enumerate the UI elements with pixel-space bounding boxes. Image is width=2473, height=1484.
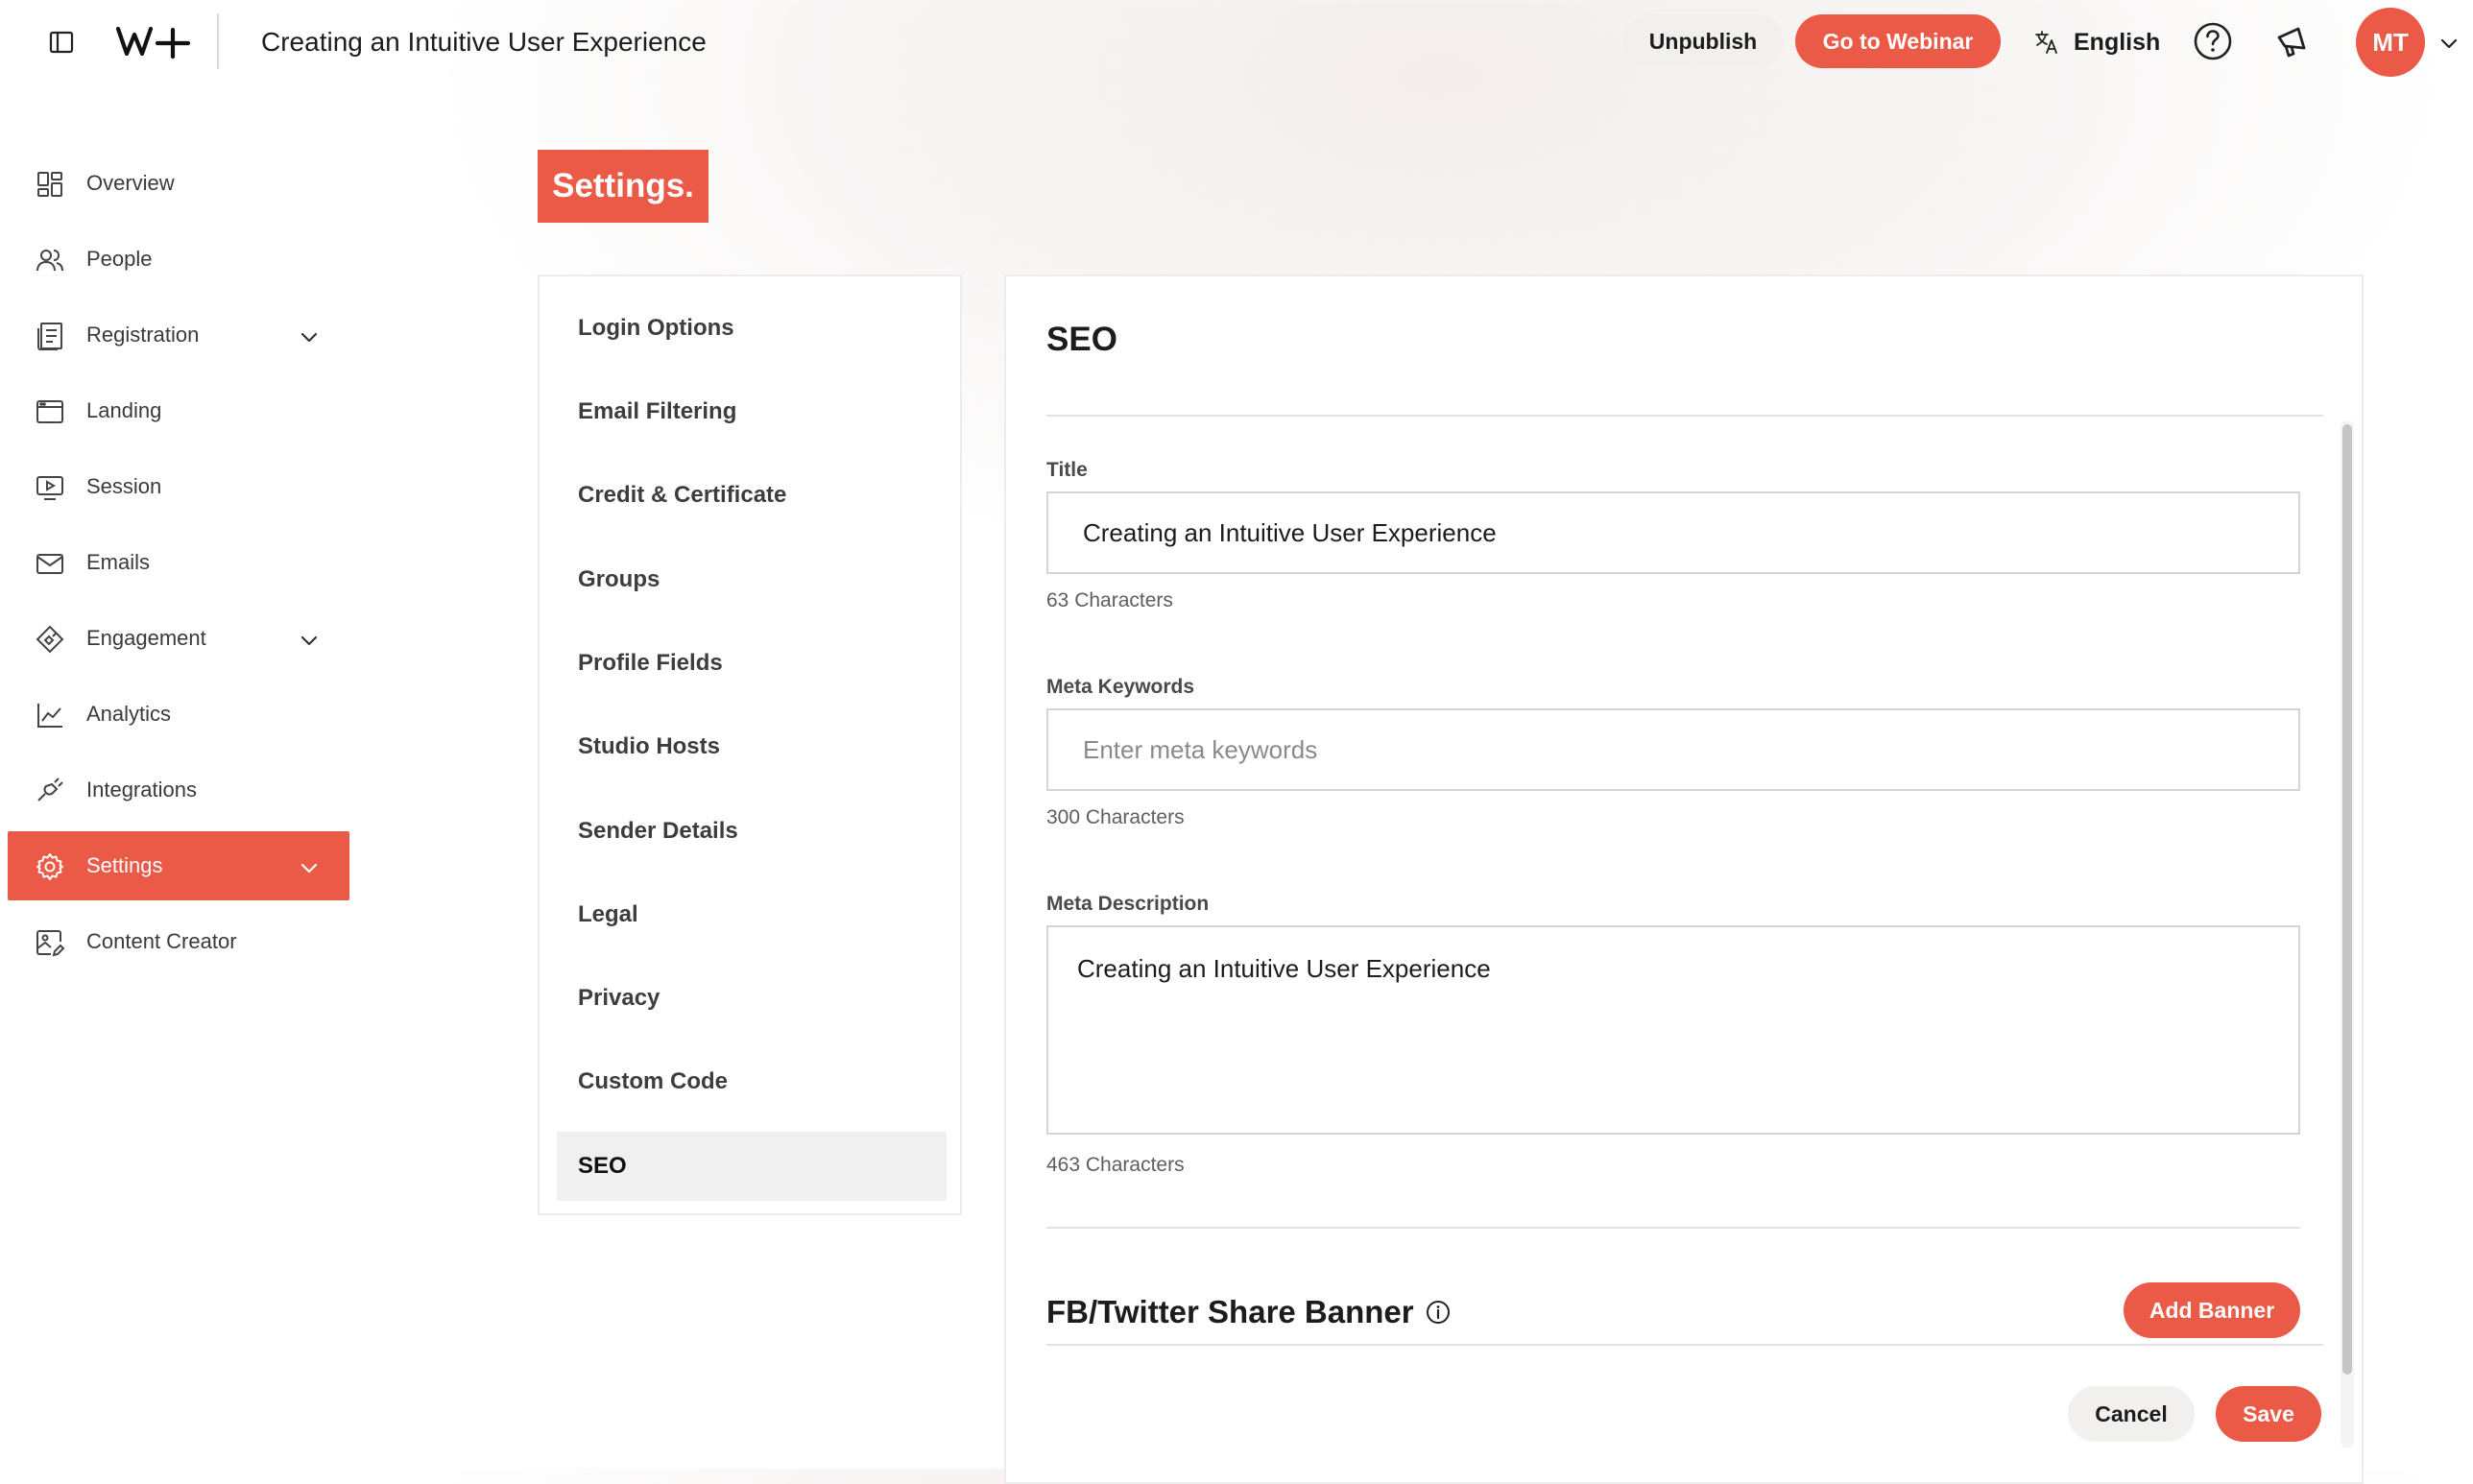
sidebar-item-registration[interactable]: Registration	[8, 300, 349, 370]
add-banner-button[interactable]: Add Banner	[2124, 1282, 2300, 1338]
settings-subnav: Login Options Email Filtering Credit & C…	[538, 275, 962, 1215]
language-selector[interactable]: English	[2033, 25, 2160, 60]
divider	[1046, 415, 2323, 417]
sidebar-item-people[interactable]: People	[8, 225, 349, 294]
settings-nav-label: Groups	[578, 566, 660, 592]
divider	[1046, 1344, 2323, 1346]
settings-nav-seo[interactable]: SEO	[557, 1132, 947, 1201]
seo-panel: SEO Title Creating an Intuitive User Exp…	[1004, 275, 2364, 1484]
chevron-down-icon[interactable]	[298, 325, 321, 348]
grid-icon	[35, 169, 65, 200]
settings-nav-label: SEO	[578, 1153, 627, 1179]
sidebar-item-label: Analytics	[86, 702, 172, 726]
sidebar-item-integrations[interactable]: Integrations	[8, 755, 349, 825]
translate-icon	[2033, 29, 2060, 56]
chevron-down-icon[interactable]	[298, 856, 321, 879]
sidebar-item-overview[interactable]: Overview	[8, 149, 349, 218]
settings-nav-privacy[interactable]: Privacy	[557, 964, 947, 1033]
share-banner-title: FB/Twitter Share Banner	[1046, 1294, 1414, 1329]
megaphone-icon[interactable]	[2273, 21, 2314, 61]
chart-icon	[35, 700, 65, 730]
sidebar-item-landing[interactable]: Landing	[8, 376, 349, 445]
info-icon[interactable]	[1426, 1300, 1451, 1325]
people-icon	[35, 245, 65, 275]
sidebar-item-label: Landing	[86, 398, 162, 422]
sidebar-item-label: Emails	[86, 550, 151, 574]
landing-icon	[35, 396, 65, 427]
top-bar: Creating an Intuitive User Experience Un…	[0, 0, 2473, 84]
settings-nav-login-options[interactable]: Login Options	[557, 294, 947, 363]
share-banner-heading: FB/Twitter Share Banner	[1046, 1294, 1451, 1330]
sidebar-item-settings[interactable]: Settings	[8, 831, 349, 900]
session-play-icon	[35, 472, 65, 503]
settings-nav-custom-code[interactable]: Custom Code	[557, 1047, 947, 1116]
sidebar-item-label: Overview	[86, 171, 175, 195]
settings-nav-label: Studio Hosts	[578, 733, 720, 759]
sidebar-item-content-creator[interactable]: Content Creator	[8, 907, 349, 976]
settings-heading: Settings.	[538, 150, 708, 223]
settings-nav-credit-certificate[interactable]: Credit & Certificate	[557, 461, 947, 530]
meta-description-label: Meta Description	[1046, 893, 1210, 915]
title-input[interactable]: Creating an Intuitive User Experience	[1046, 491, 2300, 574]
unpublish-button[interactable]: Unpublish	[1622, 14, 1784, 68]
sidebar-toggle-icon[interactable]	[48, 29, 75, 56]
settings-nav-studio-hosts[interactable]: Studio Hosts	[557, 712, 947, 781]
sidebar-item-label: Integrations	[86, 778, 197, 802]
page-title: Creating an Intuitive User Experience	[261, 27, 707, 57]
logo[interactable]	[115, 25, 192, 60]
avatar[interactable]: MT	[2356, 8, 2425, 77]
topbar-divider	[217, 13, 219, 69]
chevron-down-icon[interactable]	[2438, 33, 2460, 54]
registration-icon	[35, 321, 65, 351]
sidebar: Overview People Registration Landing Ses…	[8, 149, 349, 983]
settings-nav-email-filtering[interactable]: Email Filtering	[557, 377, 947, 446]
settings-nav-label: Login Options	[578, 315, 734, 341]
chevron-down-icon[interactable]	[298, 629, 321, 652]
title-label: Title	[1046, 459, 1088, 481]
sidebar-item-label: Session	[86, 474, 162, 498]
divider	[1046, 1227, 2300, 1229]
sidebar-item-label: Registration	[86, 323, 200, 347]
settings-nav-label: Credit & Certificate	[578, 482, 787, 508]
settings-nav-label: Custom Code	[578, 1068, 728, 1094]
settings-nav-legal[interactable]: Legal	[557, 880, 947, 949]
gear-icon	[35, 851, 65, 882]
sidebar-item-emails[interactable]: Emails	[8, 528, 349, 597]
sidebar-item-analytics[interactable]: Analytics	[8, 680, 349, 749]
settings-nav-label: Profile Fields	[578, 650, 723, 676]
settings-nav-label: Email Filtering	[578, 398, 737, 424]
meta-keywords-char-count: 300 Characters	[1046, 806, 1185, 828]
image-edit-icon	[35, 927, 65, 958]
scrollbar[interactable]	[2341, 420, 2354, 1448]
seo-heading: SEO	[1046, 321, 1117, 358]
settings-nav-label: Legal	[578, 901, 638, 927]
mail-icon	[35, 548, 65, 579]
settings-nav-label: Privacy	[578, 985, 660, 1011]
scrollbar-thumb[interactable]	[2342, 424, 2352, 1375]
save-button[interactable]: Save	[2216, 1386, 2321, 1442]
meta-keywords-input[interactable]: Enter meta keywords	[1046, 708, 2300, 791]
settings-nav-sender-details[interactable]: Sender Details	[557, 797, 947, 866]
go-to-webinar-button[interactable]: Go to Webinar	[1795, 14, 2001, 68]
settings-nav-profile-fields[interactable]: Profile Fields	[557, 629, 947, 698]
plug-icon	[35, 776, 65, 806]
settings-nav-label: Sender Details	[578, 818, 738, 844]
sidebar-item-label: Engagement	[86, 626, 206, 650]
meta-description-char-count: 463 Characters	[1046, 1154, 1185, 1176]
title-char-count: 63 Characters	[1046, 589, 1173, 611]
sidebar-item-engagement[interactable]: Engagement	[8, 604, 349, 673]
sidebar-item-label: Settings	[86, 853, 163, 877]
sidebar-item-label: People	[86, 247, 153, 271]
settings-nav-groups[interactable]: Groups	[557, 545, 947, 614]
sidebar-item-label: Content Creator	[86, 929, 237, 953]
meta-keywords-label: Meta Keywords	[1046, 676, 1195, 698]
sidebar-item-session[interactable]: Session	[8, 452, 349, 521]
meta-description-textarea[interactable]: Creating an Intuitive User Experience	[1046, 925, 2300, 1135]
engagement-icon	[35, 624, 65, 655]
language-label: English	[2074, 28, 2161, 56]
cancel-button[interactable]: Cancel	[2068, 1386, 2195, 1442]
help-icon[interactable]	[2193, 21, 2233, 61]
